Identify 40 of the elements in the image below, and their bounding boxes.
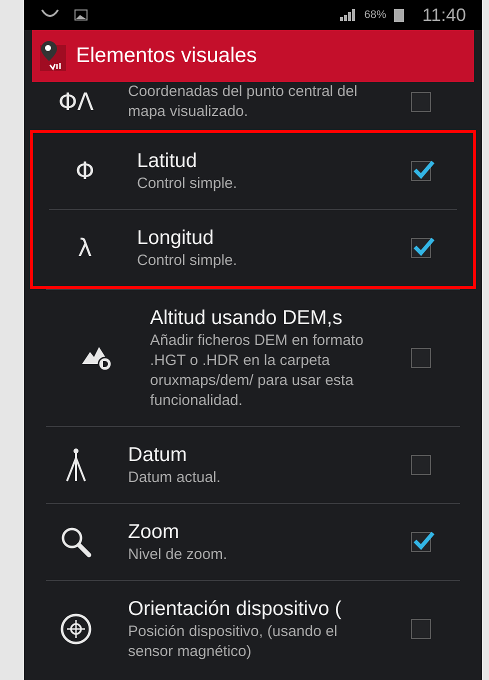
item-description: Coordenadas del punto central del mapa visualizado. bbox=[128, 82, 358, 122]
status-time: 11:40 bbox=[422, 4, 466, 26]
item-description: Posición dispositivo, (usando el sensor magnético) bbox=[128, 622, 338, 662]
list-row[interactable]: Φ Latitud Control simple. bbox=[33, 133, 473, 209]
list-row[interactable]: λ Longitud Control simple. bbox=[33, 210, 473, 286]
check-icon bbox=[413, 530, 435, 550]
tripod-icon bbox=[65, 448, 87, 482]
list-row[interactable]: Altitud usando DEM,s Añadir ficheros DEM en formato .HGT o .HDR en la carpeta oruxmaps/dem/ para usar esta funcionalidad. bbox=[46, 290, 460, 426]
item-description: Control simple. bbox=[137, 251, 238, 271]
signal-icon bbox=[340, 9, 356, 21]
checkbox[interactable] bbox=[411, 92, 431, 112]
list-row[interactable]: Orientación dispositivo ( Posición dispositivo, (usando el sensor magnético) bbox=[24, 581, 482, 677]
checkbox[interactable] bbox=[411, 348, 431, 368]
item-title: Altitud usando DEM,s bbox=[150, 306, 344, 331]
list-row[interactable]: Datum Datum actual. bbox=[24, 427, 482, 503]
symbol-icon: ΦΛ bbox=[58, 90, 94, 114]
checkbox[interactable] bbox=[411, 619, 431, 639]
item-title: Datum bbox=[128, 443, 188, 468]
checkbox[interactable] bbox=[411, 455, 431, 475]
item-title: Longitud bbox=[137, 226, 215, 251]
item-title: Zoom bbox=[128, 520, 180, 545]
symbol-icon: Φ bbox=[76, 159, 94, 183]
item-description: Datum actual. bbox=[128, 468, 222, 488]
item-description: Nivel de zoom. bbox=[128, 545, 228, 565]
compass-icon bbox=[60, 613, 92, 645]
item-title: Latitud bbox=[137, 149, 198, 174]
check-icon bbox=[413, 159, 435, 179]
check-icon bbox=[413, 236, 435, 256]
app-logo-icon bbox=[40, 41, 66, 71]
battery-percent: 68% bbox=[364, 8, 386, 23]
item-description: Añadir ficheros DEM en formato .HGT o .HDR en la carpeta oruxmaps/dem/ para usar esta funcionalidad. bbox=[150, 331, 364, 411]
list-row[interactable]: Zoom Nivel de zoom. bbox=[24, 504, 482, 580]
list-row[interactable]: ΦΛ Coordenadas del punto central del mapa visualizado. bbox=[24, 82, 482, 130]
search-icon bbox=[60, 526, 92, 558]
symbol-icon: λ bbox=[78, 236, 92, 260]
image-icon bbox=[74, 9, 88, 21]
screen-title: Elementos visuales bbox=[76, 43, 257, 70]
battery-icon bbox=[394, 8, 404, 22]
item-description: Control simple. bbox=[137, 174, 238, 194]
item-title: Orientación dispositivo ( bbox=[128, 597, 342, 622]
